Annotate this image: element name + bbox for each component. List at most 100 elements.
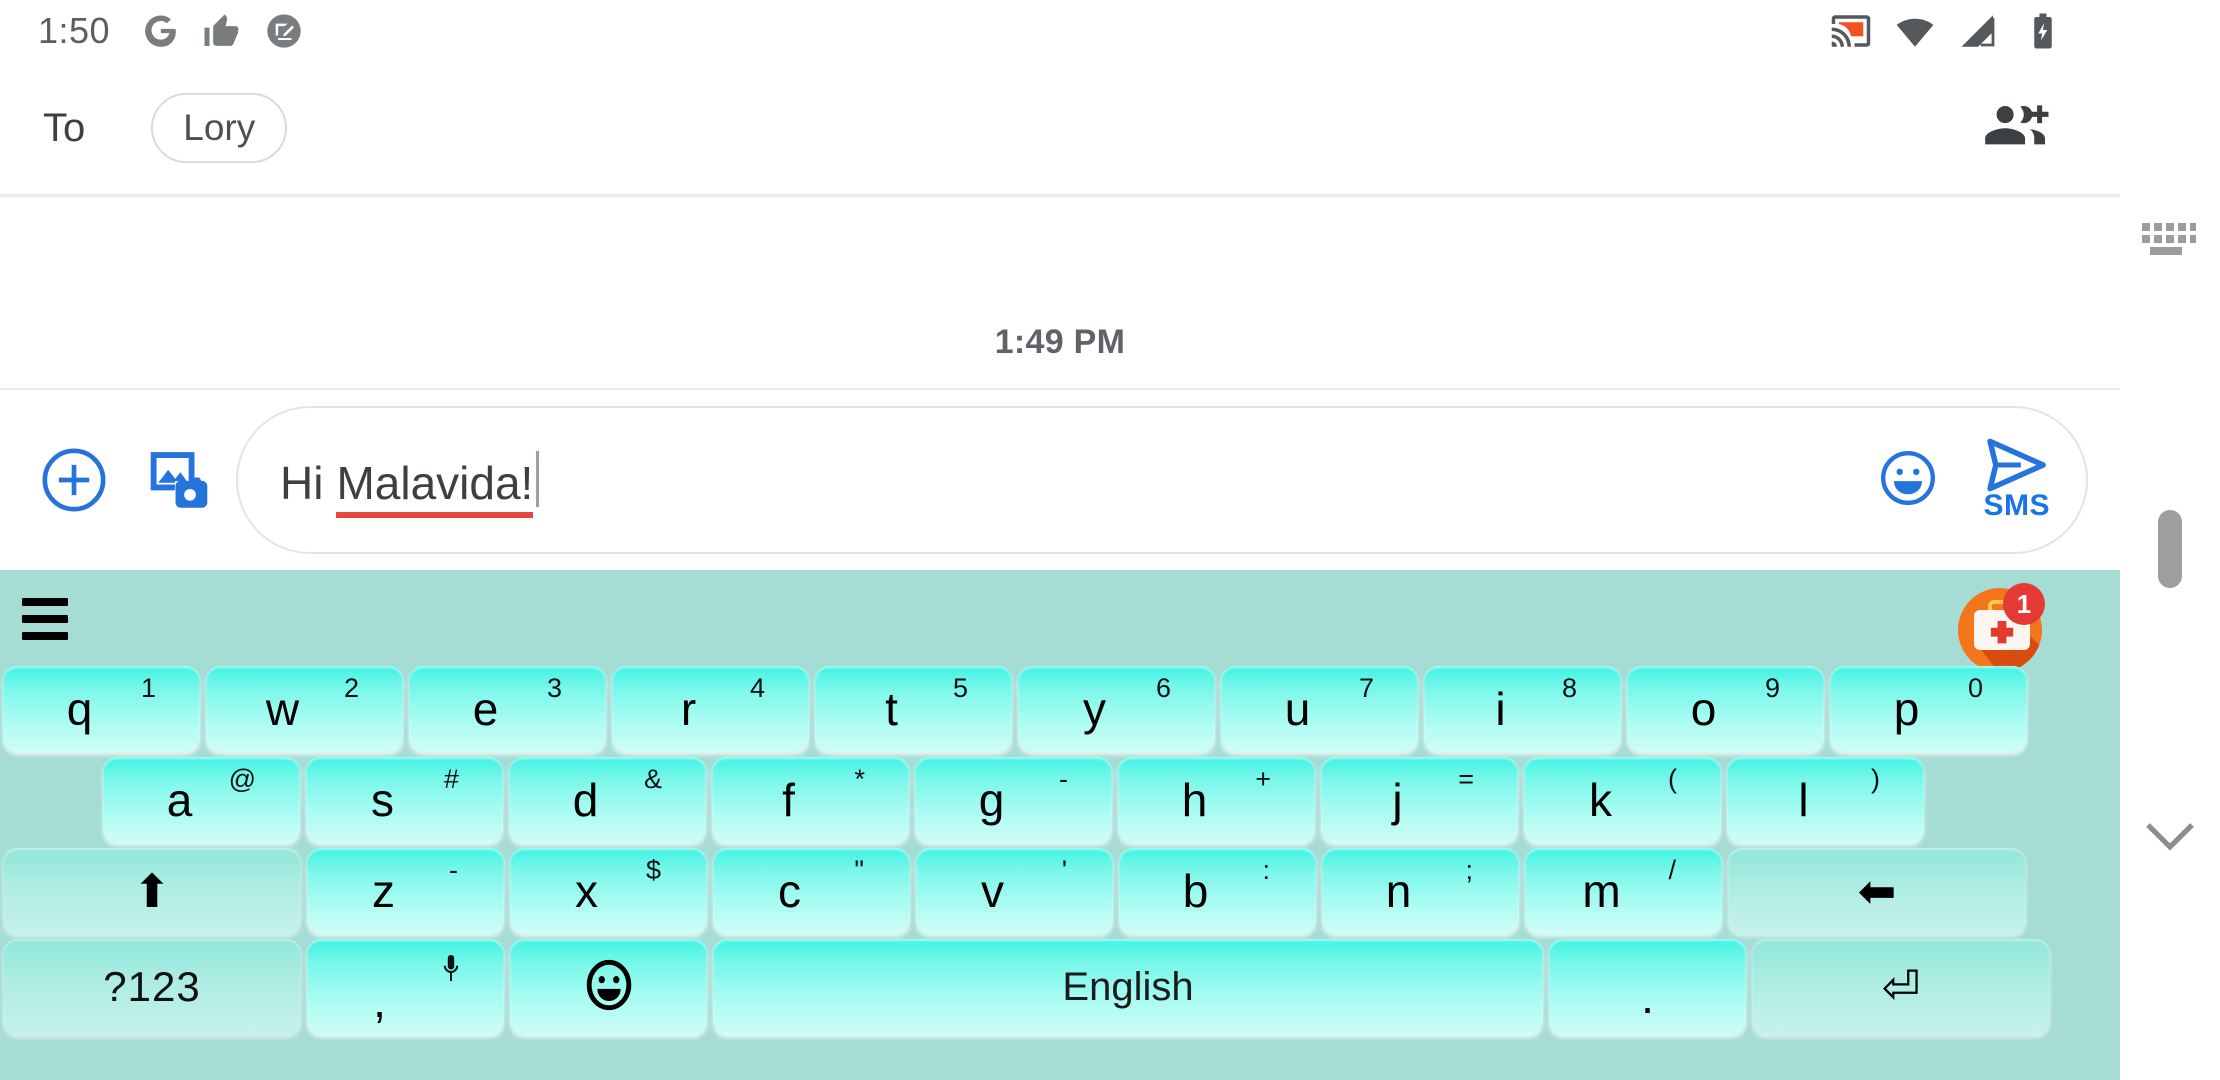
key-g[interactable]: g- xyxy=(915,757,1112,843)
key-n[interactable]: n; xyxy=(1322,848,1519,934)
keyboard-rows: q1 w2 e3 r4 t5 y6 u7 i8 o9 p0 a @ s # d & f… xyxy=(0,666,2120,1040)
status-clock: 1:50 xyxy=(38,10,111,51)
key-label: d xyxy=(572,774,599,826)
key-sup-label: : xyxy=(1262,855,1270,885)
key-w[interactable]: w2 xyxy=(206,666,403,752)
key-o[interactable]: o9 xyxy=(1627,666,1824,752)
keyboard-icon xyxy=(2142,223,2196,255)
keyboard-row-4: ?123 , English . ⏎ xyxy=(0,939,2120,1040)
key-d[interactable]: d & xyxy=(509,757,706,843)
send-button[interactable]: SMS xyxy=(1983,437,2050,523)
key-sup-label: 9 xyxy=(1764,673,1780,703)
keyboard-row-3: ⬆ z- x $ c " v ' b: n; m / ⬅ xyxy=(0,848,2120,939)
key-y[interactable]: y6 xyxy=(1018,666,1215,752)
status-bar: 1:50 xyxy=(0,0,2120,62)
key-label: z xyxy=(372,865,395,917)
key-backspace[interactable]: ⬅ xyxy=(1728,848,2026,934)
key-k[interactable]: k( xyxy=(1524,757,1721,843)
badge-count: 1 xyxy=(2017,589,2031,619)
key-h[interactable]: h + xyxy=(1118,757,1315,843)
screenshot-edit-icon xyxy=(267,14,301,48)
emoji-button[interactable] xyxy=(1877,447,1939,514)
key-label: a xyxy=(166,774,193,826)
key-sup-label: ( xyxy=(1668,764,1677,794)
key-label: f xyxy=(782,774,795,826)
key-comma[interactable]: , xyxy=(307,939,504,1035)
key-label: w xyxy=(265,683,300,735)
collapse-keyboard-button[interactable] xyxy=(2144,820,2196,859)
on-screen-keyboard: 1 q1 w2 e3 r4 t5 y6 u7 i8 o9 p0 a@ s# xyxy=(0,570,2120,1080)
key-sup-label: # xyxy=(443,764,459,794)
emoji-smiley-icon xyxy=(1881,450,1936,505)
key-v[interactable]: v ' xyxy=(916,848,1113,934)
key-label: p xyxy=(1893,683,1920,735)
key-label: k xyxy=(1589,774,1612,826)
key-label: m xyxy=(1582,865,1621,917)
key-c[interactable]: c " xyxy=(713,848,910,934)
add-people-icon xyxy=(1985,104,2049,144)
key-u[interactable]: u7 xyxy=(1221,666,1418,752)
keyboard-row-2: a @ s # d & f * g- h + j = k( l) xyxy=(0,757,2120,848)
cast-icon xyxy=(1831,15,1871,47)
enter-arrow-icon: ⏎ xyxy=(1881,961,1921,1013)
hamburger-menu-icon[interactable] xyxy=(22,598,68,640)
text-caret xyxy=(536,450,540,507)
message-text-misspelled: Malavida! xyxy=(336,456,534,518)
key-sup-label: & xyxy=(643,764,662,794)
scrollbar-thumb[interactable] xyxy=(2158,510,2182,588)
key-enter[interactable]: ⏎ xyxy=(1752,939,2050,1035)
key-x[interactable]: x $ xyxy=(510,848,707,934)
key-label: ?123 xyxy=(103,963,201,1010)
key-shift[interactable]: ⬆ xyxy=(3,848,301,934)
key-label: t xyxy=(885,683,898,735)
key-q[interactable]: q1 xyxy=(3,666,200,752)
key-i[interactable]: i8 xyxy=(1424,666,1621,752)
key-sup-label: + xyxy=(1255,764,1271,794)
key-emoji[interactable] xyxy=(510,939,707,1035)
key-l[interactable]: l) xyxy=(1727,757,1924,843)
first-aid-kit-icon: 1 xyxy=(1958,583,2045,672)
key-t[interactable]: t5 xyxy=(815,666,1012,752)
send-plane-icon xyxy=(1987,438,2046,492)
key-s[interactable]: s # xyxy=(306,757,503,843)
key-sup-label: * xyxy=(854,764,865,794)
key-label: r xyxy=(680,683,697,735)
key-sup-label: 4 xyxy=(749,673,765,703)
key-p[interactable]: p0 xyxy=(1830,666,2027,752)
key-label: g xyxy=(978,774,1005,826)
space-language-label: English xyxy=(1062,964,1194,1009)
key-symbols[interactable]: ?123 xyxy=(3,939,301,1035)
key-j[interactable]: j = xyxy=(1321,757,1518,843)
switch-keyboard-button[interactable] xyxy=(2140,215,2198,264)
recipient-chip-lory[interactable]: Lory xyxy=(151,93,288,163)
message-timestamp: 1:49 PM xyxy=(994,323,1126,361)
key-e[interactable]: e3 xyxy=(409,666,606,752)
emoji-smiley-icon xyxy=(580,956,638,1019)
attach-button[interactable] xyxy=(22,445,126,515)
shift-arrow-icon: ⬆ xyxy=(132,865,172,917)
key-label: u xyxy=(1284,683,1311,735)
key-r[interactable]: r4 xyxy=(612,666,809,752)
key-period[interactable]: . xyxy=(1549,939,1746,1035)
message-input-text: Hi Malavida! xyxy=(280,443,540,518)
keyboard-app-promo-badge[interactable]: 1 xyxy=(1956,582,2048,674)
message-input[interactable]: Hi Malavida! SMS xyxy=(236,406,2088,554)
key-a[interactable]: a @ xyxy=(103,757,300,843)
google-g-icon xyxy=(145,15,176,47)
add-people-button[interactable] xyxy=(1982,95,2058,162)
key-space[interactable]: English xyxy=(713,939,1543,1035)
send-label: SMS xyxy=(1983,489,2050,522)
key-label: j xyxy=(1392,774,1403,826)
key-label: s xyxy=(371,774,394,826)
key-m[interactable]: m / xyxy=(1525,848,1722,934)
gallery-camera-button[interactable] xyxy=(126,443,230,517)
key-b[interactable]: b: xyxy=(1119,848,1316,934)
key-sup-label: ; xyxy=(1465,855,1473,885)
key-sup-label: $ xyxy=(645,855,661,885)
key-sup-label: 8 xyxy=(1561,673,1577,703)
key-label: n xyxy=(1385,865,1412,917)
compose-row: Hi Malavida! SMS xyxy=(0,390,2120,570)
key-f[interactable]: f * xyxy=(712,757,909,843)
key-z[interactable]: z- xyxy=(307,848,504,934)
keyboard-row-1: q1 w2 e3 r4 t5 y6 u7 i8 o9 p0 xyxy=(0,666,2120,757)
